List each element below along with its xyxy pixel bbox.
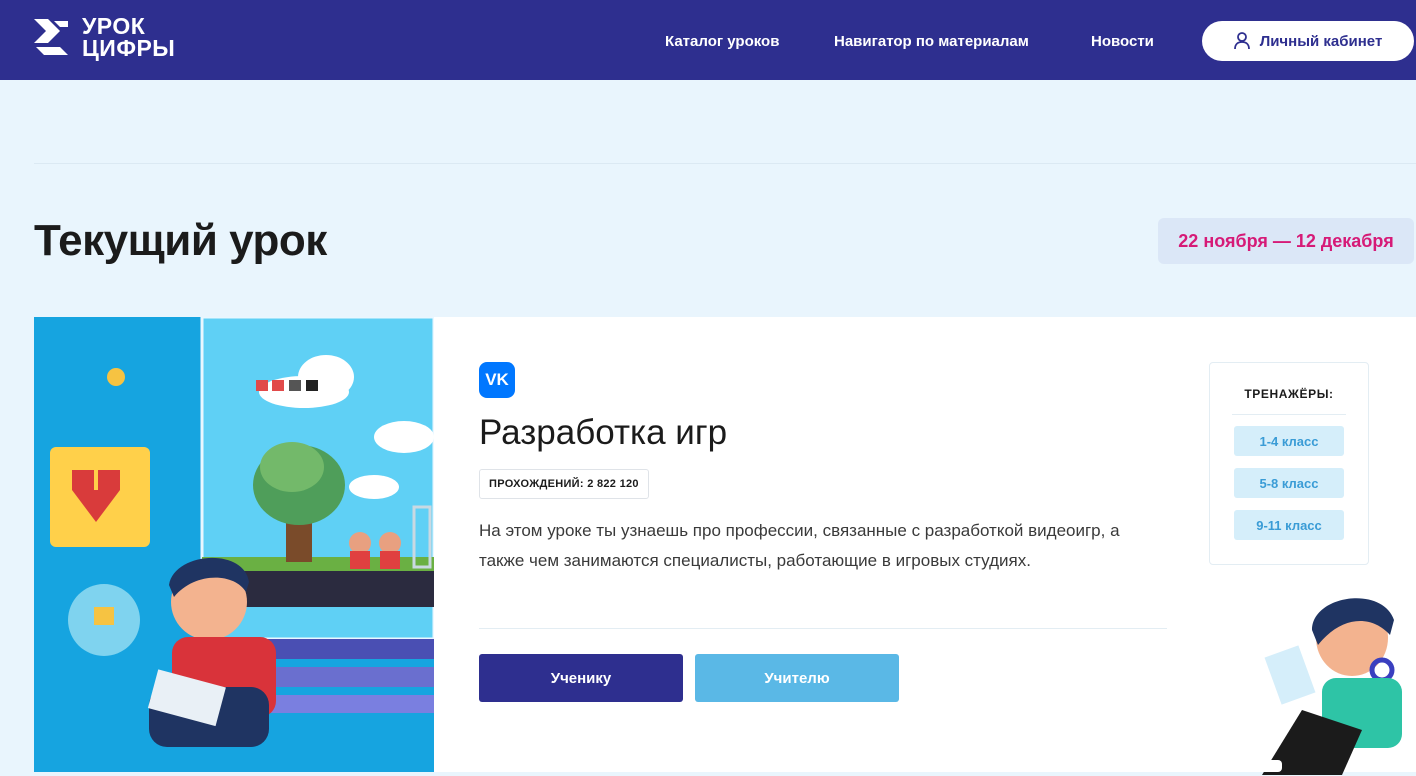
- nav-navigator-link[interactable]: Навигатор по материалам: [834, 33, 1029, 50]
- lesson-title: Разработка игр: [479, 413, 728, 452]
- date-range-badge: 22 ноября — 12 декабря: [1158, 218, 1414, 264]
- current-lesson-card: VK Разработка игр ПРОХОЖДЕНИЙ: 2 822 120…: [34, 317, 1416, 772]
- trainers-panel: ТРЕНАЖЁРЫ: 1-4 класс 5-8 класс 9-11 клас…: [1209, 362, 1369, 565]
- content-divider: [34, 163, 1416, 164]
- page-title: Текущий урок: [34, 216, 327, 265]
- site-logo[interactable]: УРОК ЦИФРЫ: [34, 15, 176, 61]
- card-divider: [479, 628, 1167, 629]
- lesson-description: На этом уроке ты узнаешь про профессии, …: [479, 521, 1120, 570]
- site-header: УРОК ЦИФРЫ Каталог уроков Навигатор по м…: [0, 0, 1416, 80]
- trainer-grade-1-4-button[interactable]: 1-4 класс: [1234, 426, 1344, 456]
- boy-with-tablet-illustration-icon: [1242, 598, 1402, 775]
- user-icon: [1233, 32, 1250, 50]
- trainers-title: ТРЕНАЖЁРЫ:: [1244, 387, 1334, 401]
- vk-partner-logo: VK: [479, 362, 515, 398]
- trainer-grade-5-8-button[interactable]: 5-8 класс: [1234, 468, 1344, 498]
- personal-cabinet-button[interactable]: Личный кабинет: [1202, 21, 1414, 61]
- lesson-illustration: [34, 317, 434, 772]
- nav-catalog-link[interactable]: Каталог уроков: [665, 33, 779, 50]
- views-count-badge: ПРОХОЖДЕНИЙ: 2 822 120: [479, 469, 649, 499]
- trainers-divider: [1232, 414, 1346, 415]
- student-button[interactable]: Ученику: [479, 654, 683, 702]
- logo-text: УРОК ЦИФРЫ: [82, 15, 176, 61]
- game-dev-illustration-icon: [34, 317, 434, 772]
- trainer-grade-9-11-button[interactable]: 9-11 класс: [1234, 510, 1344, 540]
- teacher-button[interactable]: Учителю: [695, 654, 899, 702]
- logo-mark-icon: [34, 19, 68, 55]
- nav-news-link[interactable]: Новости: [1091, 33, 1154, 50]
- logo-line-2: ЦИФРЫ: [82, 35, 176, 61]
- personal-cabinet-label: Личный кабинет: [1259, 32, 1383, 50]
